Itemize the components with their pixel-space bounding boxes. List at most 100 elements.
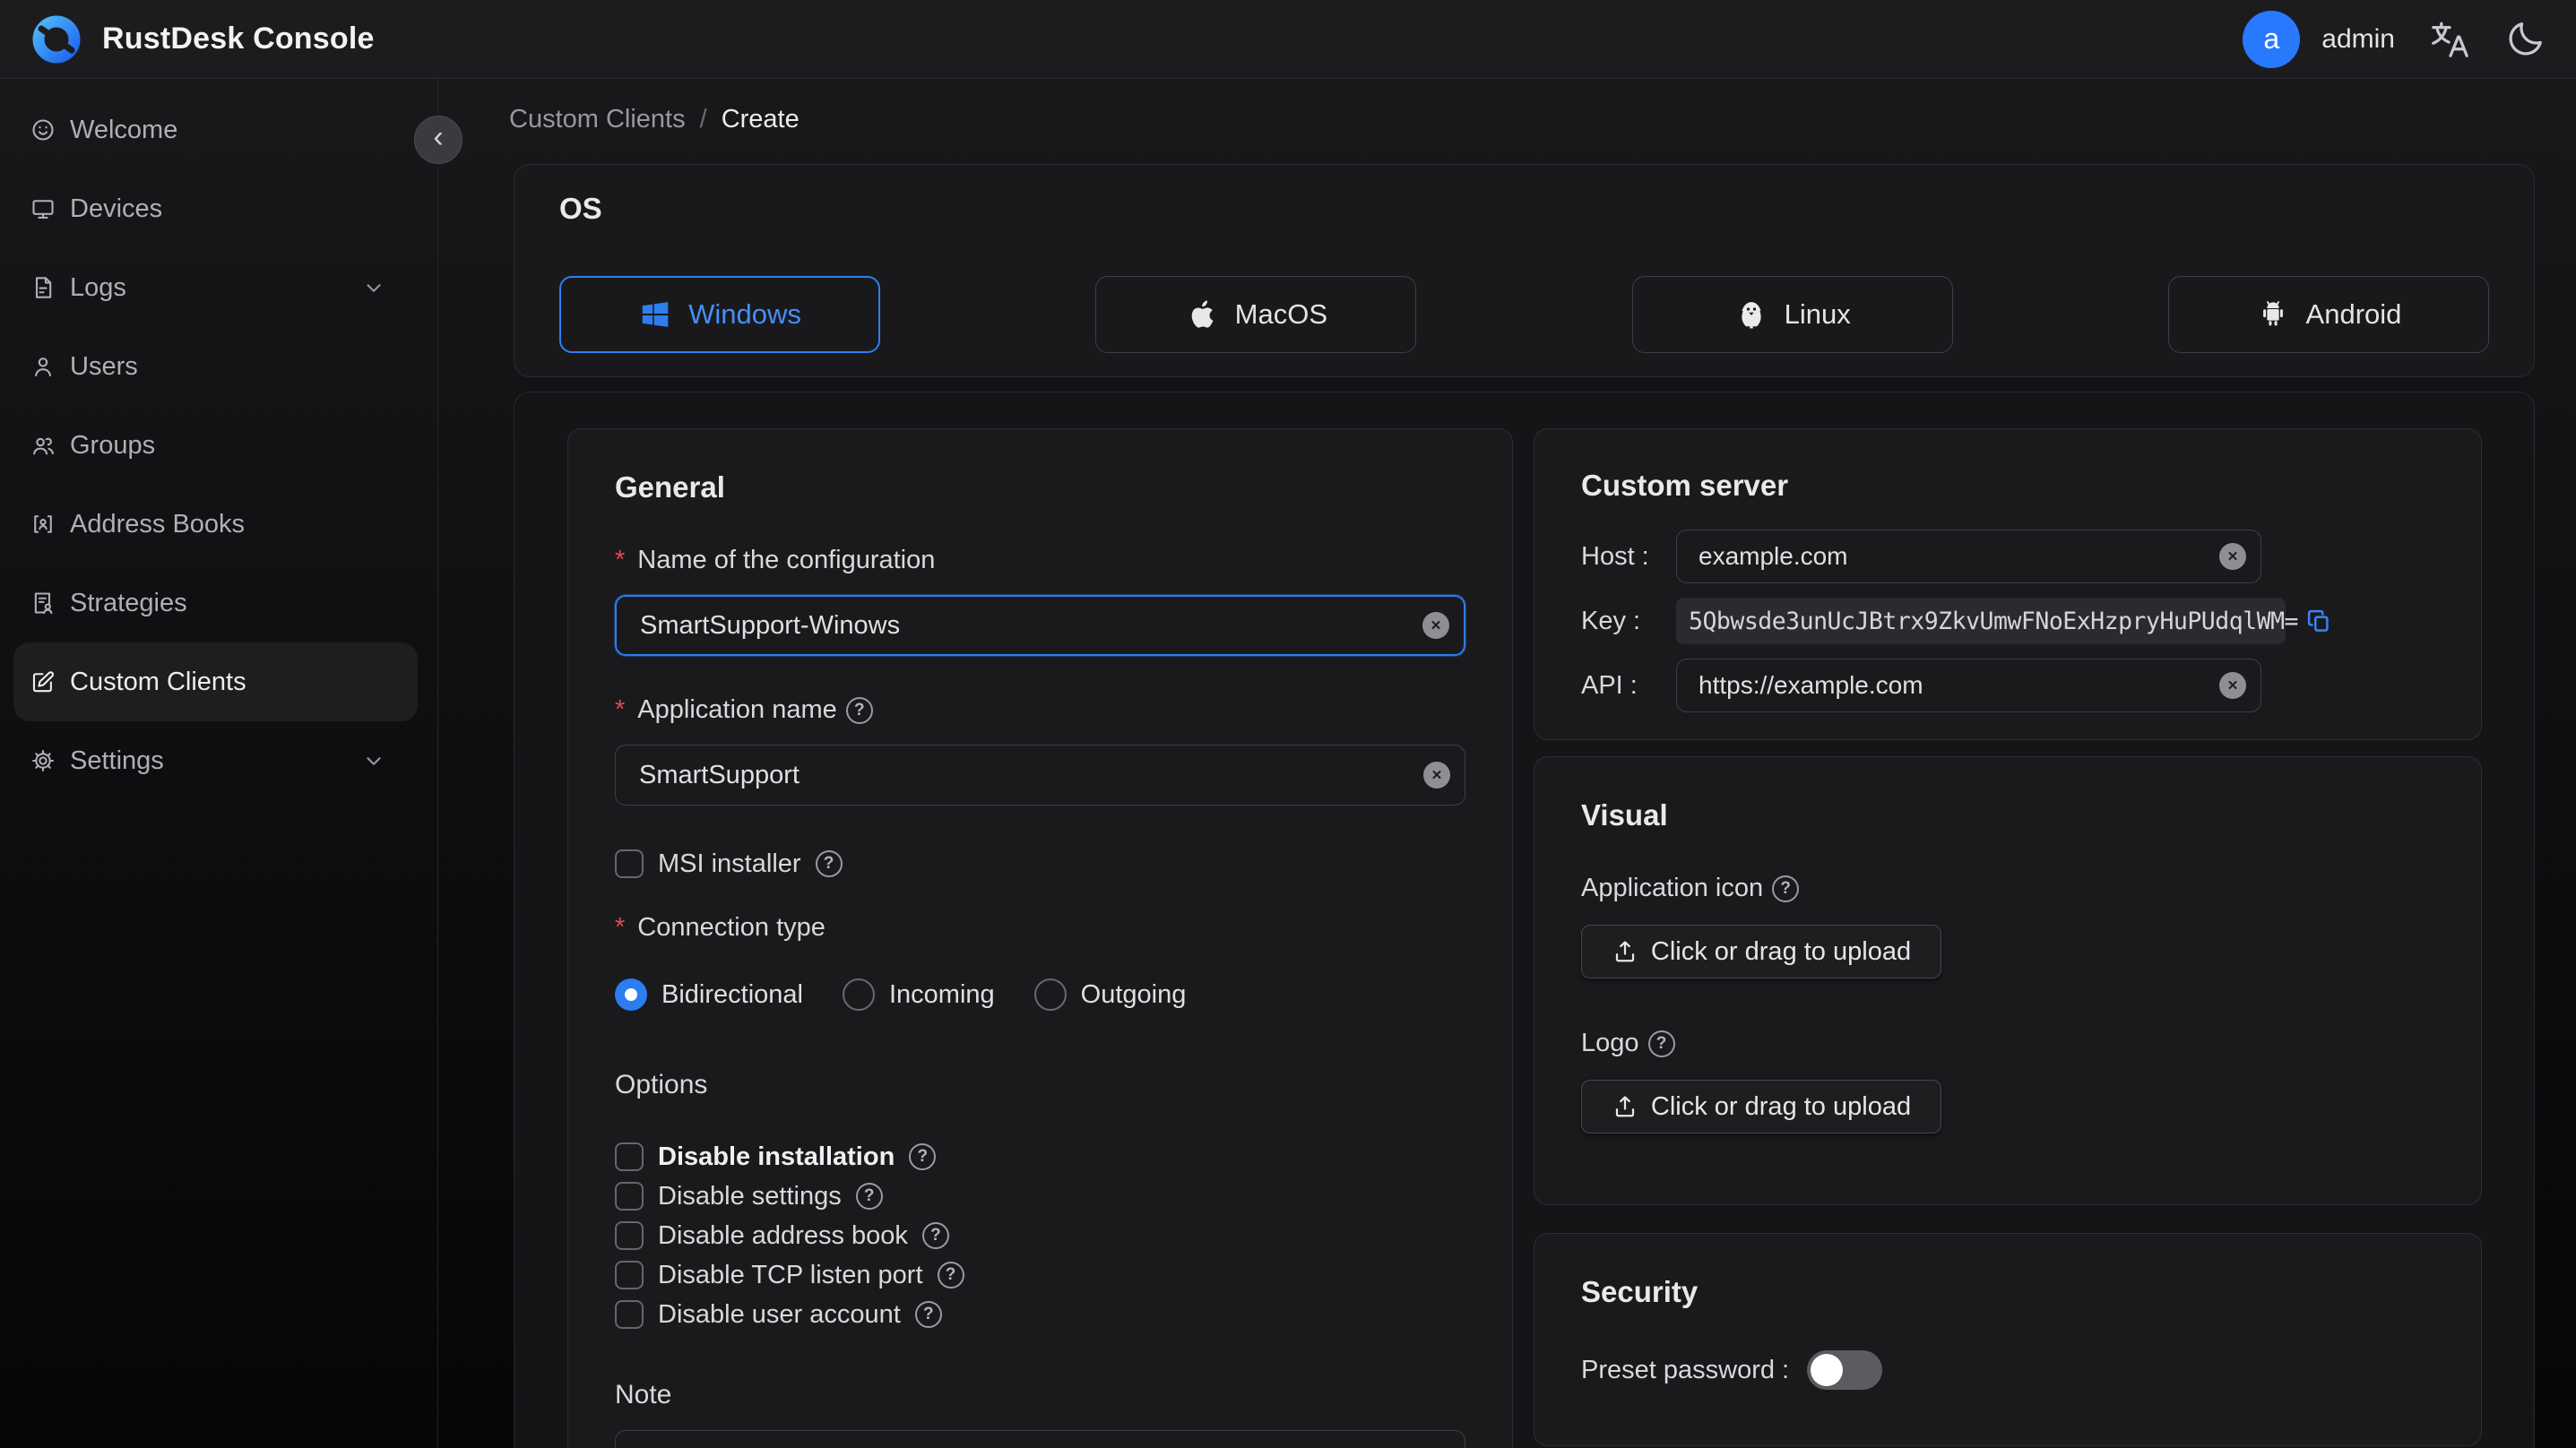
radio-selected-icon [615,978,647,1011]
app-name-input[interactable] [616,746,1465,805]
username: admin [2321,23,2395,54]
upload-label: Click or drag to upload [1650,936,1912,966]
app-name-label: Application name [637,695,837,724]
disable-settings-checkbox[interactable] [615,1182,644,1211]
host-input[interactable] [1677,530,2260,582]
disable-tcp-listen-port-checkbox[interactable] [615,1261,644,1289]
key-value-block: 5Qbwsde3unUcJBtrx9ZkvUmwFNoExHzpryHuPUdq… [1676,598,2329,644]
sidebar-item-users[interactable]: Users [13,327,418,406]
os-option-label: Linux [1784,298,1851,330]
clear-icon[interactable] [2219,543,2246,570]
msi-installer-label: MSI installer [658,849,801,878]
security-section: Security Preset password : [1534,1233,2482,1446]
option-label: Disable user account [658,1299,901,1329]
sidebar-item-address-books[interactable]: Address Books [13,485,418,564]
sidebar-item-custom-clients[interactable]: Custom Clients [13,642,418,721]
visual-title: Visual [1581,798,1668,832]
breadcrumb-parent[interactable]: Custom Clients [509,105,686,134]
general-section: General Name of the configuration Applic… [567,428,1513,1448]
sidebar-item-logs[interactable]: Logs [13,248,418,327]
sidebar-item-settings[interactable]: Settings [13,721,418,800]
option-label: Disable settings [658,1181,842,1211]
app-title: RustDesk Console [102,22,375,56]
breadcrumb: Custom Clients / Create [509,105,800,134]
clear-icon[interactable] [1422,612,1449,639]
options-label: Options [615,1070,708,1099]
apple-icon [1191,300,1213,328]
sidebar-item-strategies[interactable]: Strategies [13,564,418,642]
option-label: Disable address book [658,1220,908,1250]
option-disable-user-account: Disable user account [615,1299,1465,1330]
radio-bidirectional[interactable]: Bidirectional [615,978,803,1011]
sidebar-item-devices[interactable]: Devices [13,169,418,248]
clear-icon[interactable] [1423,762,1450,789]
sidebar-item-label: Settings [70,746,164,775]
help-icon[interactable] [909,1143,937,1170]
chevron-down-icon [367,757,381,765]
help-icon[interactable] [1772,875,1800,902]
disable-address-book-checkbox[interactable] [615,1221,644,1250]
connection-type-label: Connection type [637,913,826,942]
name-label: Name of the configuration [637,546,936,574]
radio-label: Outgoing [1080,979,1187,1009]
sidebar-item-welcome[interactable]: Welcome [13,90,418,169]
translate-icon[interactable] [2429,19,2470,60]
logo-label: Logo [1581,1029,1639,1057]
option-label: Disable installation [658,1142,895,1171]
sidebar-item-label: Strategies [70,588,187,617]
option-disable-address-book: Disable address book [615,1220,1465,1251]
os-option-label: MacOS [1234,298,1327,330]
msi-installer-checkbox[interactable] [615,849,644,878]
connection-type-group: Bidirectional Incoming Outgoing [615,978,1465,1011]
sidebar-collapse-button[interactable] [414,116,462,164]
note-textarea[interactable] [615,1430,1465,1448]
config-name-field-wrap [615,595,1465,656]
upload-label: Click or drag to upload [1650,1091,1912,1121]
help-icon[interactable] [914,1301,942,1328]
sidebar-item-label: Groups [70,430,156,460]
os-option-macos[interactable]: MacOS [1095,276,1417,353]
logo-upload-button[interactable]: Click or drag to upload [1581,1080,1941,1133]
document-icon [35,277,52,298]
breadcrumb-separator: / [699,105,707,134]
preset-password-label: Preset password : [1581,1355,1790,1384]
option-disable-installation: Disable installation [615,1142,1465,1172]
clear-icon[interactable] [2219,672,2246,699]
avatar[interactable]: a [2243,10,2301,68]
os-option-android[interactable]: Android [2167,276,2489,353]
key-label: Key : [1581,606,1641,635]
sidebar-item-label: Devices [70,194,163,223]
os-option-linux[interactable]: Linux [1631,276,1953,353]
moon-icon[interactable] [2504,19,2546,60]
sidebar-item-groups[interactable]: Groups [13,406,418,485]
application-icon-upload-button[interactable]: Click or drag to upload [1581,925,1941,978]
help-icon[interactable] [815,850,843,877]
preset-password-toggle[interactable] [1807,1350,1883,1390]
msi-installer-row: MSI installer [615,849,1465,879]
help-icon[interactable] [1647,1030,1675,1057]
disable-installation-checkbox[interactable] [615,1142,644,1171]
help-icon[interactable] [921,1222,949,1249]
option-disable-tcp-listen-port: Disable TCP listen port [615,1260,1465,1290]
sidebar-item-label: Address Books [70,509,246,539]
create-form-card: General Name of the configuration Applic… [514,392,2535,1448]
help-icon[interactable] [855,1183,883,1210]
radio-outgoing[interactable]: Outgoing [1033,978,1187,1011]
config-name-input[interactable] [617,597,1464,654]
copy-icon[interactable] [2305,608,2332,634]
users-icon [33,437,55,455]
os-option-windows[interactable]: Windows [559,276,880,353]
radio-label: Bidirectional [661,979,803,1009]
help-icon[interactable] [937,1262,964,1289]
api-input[interactable] [1677,659,2260,711]
help-icon[interactable] [845,696,873,724]
application-icon-label: Application icon [1581,874,1764,902]
required-asterisk [615,546,628,575]
radio-unselected-icon [842,978,875,1011]
custom-server-title: Custom server [1581,469,1789,502]
note-label: Note [615,1380,672,1409]
radio-incoming[interactable]: Incoming [842,978,995,1011]
required-asterisk [615,695,628,725]
disable-user-account-checkbox[interactable] [615,1300,644,1329]
monitor-icon [32,200,54,219]
